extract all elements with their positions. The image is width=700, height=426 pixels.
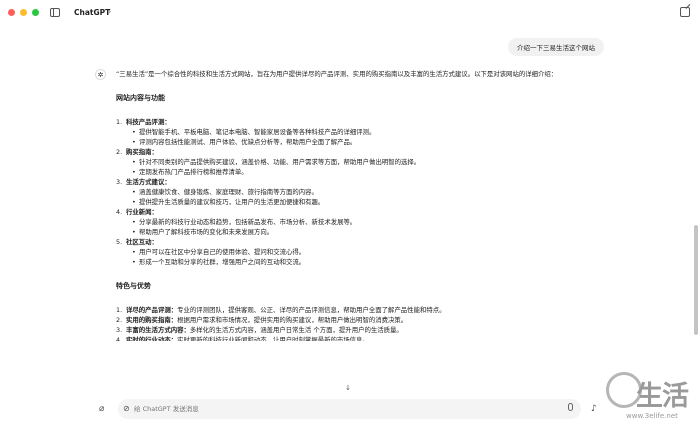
item-title: 科技产品评测： [126,118,171,126]
message-composer[interactable]: ⊘ [118,399,581,419]
list-item: 1.科技产品评测： 提供智能手机、平板电脑、笔记本电脑、智能家居设备等各种科技产… [116,117,566,147]
user-message-bubble: 介绍一下三易生活这个网站 [508,38,604,56]
item-number: 3. [116,178,123,186]
item-number: 4. [116,208,123,216]
item-number: 5. [116,238,123,246]
watermark-url: www.3elife.net [626,412,678,420]
item-number: 2. [116,148,123,156]
model-selector[interactable]: ChatGPT [74,8,110,17]
watermark-text: 生活 [636,381,689,412]
item-title: 购买指南： [126,148,158,156]
feature-text: 实时更新的科技行业新闻和动态，让用户时刻掌握最新的市场信息。 [177,336,369,341]
microphone-icon[interactable] [568,403,573,411]
list-item: 1. 详尽的产品评测： 专业的评测团队，提供客观、公正、详尽的产品评测信息，帮助用户… [116,305,566,315]
feature-title: 详尽的产品评测： [126,306,178,314]
list-item: 4.行业新闻： 分享最新的科技行业动态和趋势，包括新品发布、市场分析、新技术发展… [116,207,566,237]
feature-text: 专业的评测团队，提供客观、公正、详尽的产品评测信息，帮助用户全面了解产品性能和特… [177,306,446,314]
chevron-right-icon[interactable]: › [108,7,111,16]
section-heading-features: 特色与优势 [116,282,151,290]
assistant-message: “三易生活”是一个综合性的科技和生活方式网站，旨在为用户提供详尽的产品评测、实用… [116,69,566,341]
item-title: 社区互动： [126,238,158,246]
new-chat-icon[interactable] [680,7,690,17]
bullet-text: 用户可以在社区中分享自己的使用体验、提问和交流心得。 [139,248,306,256]
feature-text: 多样化的生活方式内容，涵盖用户日常生活 个方面，提升用户的生活质量。 [189,326,403,334]
item-number: 1. [116,306,123,314]
minimize-window-button[interactable] [20,9,27,16]
voice-mode-icon[interactable]: ♪ [591,404,597,414]
bullet-text: 帮助用户了解科技市场的变化和未来发展方向。 [139,228,274,236]
item-number: 3. [116,326,123,334]
item-title: 行业新闻： [126,208,158,216]
scroll-down-icon[interactable]: ↓ [343,384,353,394]
list-item: 3.生活方式建议： 涵盖健康饮食、健身锻炼、家庭理财、旅行指南等方面的内容。 提… [116,177,566,207]
item-number: 1. [116,118,123,126]
bullet-text: 分享最新的科技行业动态和趋势，包括新品发布、市场分析、新技术发展等。 [139,218,357,226]
title-bar: ChatGPT › [0,0,700,26]
sidebar-toggle-icon[interactable] [50,8,60,17]
window-controls [8,9,39,16]
bullet-text: 形成一个互助和分享的社群，增强用户之间的互动和交流。 [139,258,306,266]
feature-text: 根据用户需求和市场情况，提供实用的购买建议，帮助用户做出明智的消费决策。 [177,316,408,324]
composer-lead-icon: ⊘ [123,404,130,413]
feature-title: 实用的购买指南： [126,316,178,324]
feature-title: 实时的行业动态： [126,336,178,341]
list-item: 3. 丰富的生活方式内容： 多样化的生活方式内容，涵盖用户日常生活 个方面，提升用户… [116,325,566,335]
bullet-text: 针对不同类别的产品提供购买建议，涵盖价格、功能、用户需求等方面，帮助用户做出明智… [139,158,421,166]
list-item: 2.购买指南： 针对不同类别的产品提供购买建议，涵盖价格、功能、用户需求等方面，… [116,147,566,177]
assistant-avatar-icon: ✲ [95,69,106,80]
list-item: 2. 实用的购买指南： 根据用户需求和市场情况，提供实用的购买建议，帮助用户做出明智… [116,315,566,325]
item-title: 生活方式建议： [126,178,171,186]
bullet-text: 提供智能手机、平板电脑、笔记本电脑、智能家居设备等各种科技产品的详细评测。 [139,128,376,136]
bullet-text: 涵盖健康饮食、健身锻炼、家庭理财、旅行指南等方面的内容。 [139,188,318,196]
section-heading-content: 网站内容与功能 [116,94,165,102]
bullet-text: 定期发布热门产品排行榜和推荐清单。 [139,168,248,176]
item-number: 4. [116,336,123,341]
feature-title: 丰富的生活方式内容： [126,326,190,334]
item-number: 2. [116,316,123,324]
answer-intro: “三易生活”是一个综合性的科技和生活方式网站，旨在为用户提供详尽的产品评测、实用… [116,70,558,78]
message-input[interactable] [134,402,554,416]
bullet-text: 评测内容包括性能测试、用户体验、优缺点分析等，帮助用户全面了解产品。 [139,138,357,146]
zoom-window-button[interactable] [32,9,39,16]
scrollbar[interactable] [694,225,698,335]
list-item: 4. 实时的行业动态： 实时更新的科技行业新闻和动态，让用户时刻掌握最新的市场信息。 [116,335,566,341]
attach-icon[interactable]: ⌀ [99,404,104,414]
close-window-button[interactable] [8,9,15,16]
bullet-text: 提供提升生活质量的建议和技巧，让用户的生活更加便捷和有趣。 [139,198,325,206]
list-item: 5.社区互动： 用户可以在社区中分享自己的使用体验、提问和交流心得。 形成一个互… [116,237,566,267]
watermark-logo: 生活 www.3elife.net [606,368,698,424]
